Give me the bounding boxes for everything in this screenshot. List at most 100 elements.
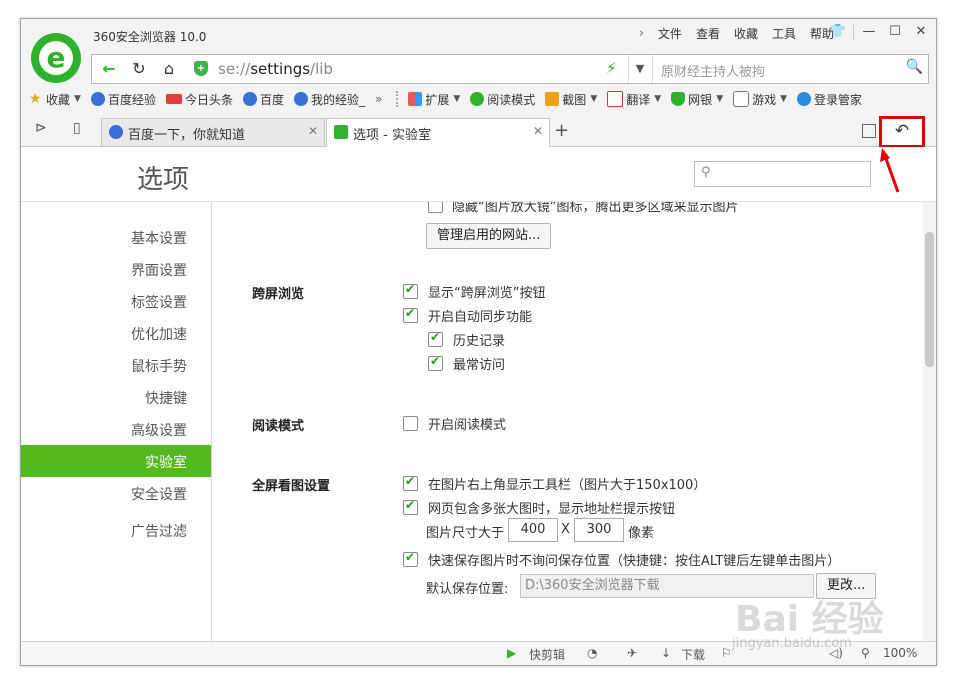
search-icon: ⚲ — [701, 165, 711, 180]
ext-login-manager[interactable]: 登录管家 — [797, 91, 862, 108]
ext-screenshot[interactable]: 截图 ▼ — [545, 91, 597, 108]
maximize-button[interactable]: ☐ — [884, 21, 906, 43]
close-tab-icon[interactable]: ✕ — [533, 124, 543, 138]
ext-bank[interactable]: 网银 ▼ — [671, 91, 723, 108]
manage-sites-button[interactable]: 管理启用的网站... — [426, 223, 552, 249]
skin-shirt-icon[interactable]: 👕 — [827, 21, 849, 43]
sidebar-item-security[interactable]: 安全设置 — [131, 484, 187, 504]
undo-close-tab-button[interactable]: ↶ — [879, 116, 925, 148]
home-button[interactable]: ⌂ — [154, 55, 184, 83]
menu-view[interactable]: 查看 — [696, 25, 720, 42]
sidebar-item-tabs[interactable]: 标签设置 — [131, 292, 187, 312]
scissors-icon — [545, 92, 560, 106]
security-shield-icon: + — [194, 61, 208, 76]
search-box[interactable]: 原财经主持人被拘 🔍 — [652, 55, 929, 83]
image-width-input[interactable]: 400 — [508, 518, 558, 542]
sidebar-item-advanced[interactable]: 高级设置 — [131, 420, 187, 440]
addressbar-hint-checkbox[interactable] — [403, 498, 418, 515]
ext-games[interactable]: 游戏 ▼ — [733, 91, 787, 108]
title-bar: 360安全浏览器 10.0 › 文件 查看 收藏 工具 帮助 👕 — ☐ ✕ — [21, 19, 936, 49]
watermark-site: jingyan.baidu.com — [732, 636, 852, 651]
scrollbar[interactable] — [923, 202, 936, 641]
pin-icon[interactable]: ✈ — [627, 646, 637, 660]
more-favorites-icon[interactable]: » — [375, 92, 382, 106]
sidebar-item-interface[interactable]: 界面设置 — [131, 260, 187, 280]
tab-baidu[interactable]: 百度一下，你就知道 ✕ — [101, 118, 325, 146]
sidebar-item-adblock[interactable]: 广告过滤 — [131, 521, 187, 541]
scrollbar-thumb[interactable] — [925, 232, 934, 367]
image-height-input[interactable]: 300 — [574, 518, 624, 542]
translate-icon — [607, 91, 624, 107]
fav-toutiao[interactable]: 今日头条 — [165, 91, 233, 108]
back-button[interactable]: ← — [94, 55, 124, 83]
ext-read-mode[interactable]: 阅读模式 — [470, 91, 535, 108]
tab-bar: ⊳ ▯ 百度一下，你就知道 ✕ 选项 - 实验室 ✕ + ↶ — [21, 116, 936, 148]
browser-logo-icon: e — [31, 33, 81, 83]
hide-magnifier-label: 隐藏“图片放大镜”图标，腾出更多区域来显示图片 — [452, 202, 739, 215]
browser-window: e 360安全浏览器 10.0 › 文件 查看 收藏 工具 帮助 👕 — ☐ ✕… — [20, 18, 937, 666]
close-tab-icon[interactable]: ✕ — [308, 124, 318, 138]
speed-icon[interactable]: ◔ — [587, 646, 597, 660]
fav-my-jingyan[interactable]: 我的经验_ — [293, 91, 365, 108]
divider — [853, 25, 854, 41]
close-window-button[interactable]: ✕ — [910, 21, 932, 43]
address-url[interactable]: se://settings/lib — [218, 60, 333, 78]
sidebar-toggle-icon[interactable]: ⊳ — [35, 120, 47, 136]
sync-frequent-checkbox[interactable] — [428, 354, 443, 371]
bank-shield-icon — [671, 92, 686, 106]
window-controls: 👕 — ☐ ✕ — [827, 21, 932, 43]
tab-settings-lab[interactable]: 选项 - 实验室 ✕ — [326, 118, 550, 147]
download-icon[interactable]: ↓ — [661, 646, 671, 660]
baidu-paw-icon — [109, 125, 123, 139]
wrench-icon — [334, 125, 348, 139]
sidebar-item-lab[interactable]: 实验室 — [21, 445, 211, 477]
download-button[interactable]: 下载 — [681, 646, 705, 663]
sync-history-checkbox[interactable] — [428, 330, 443, 347]
auto-sync-checkbox[interactable] — [403, 306, 418, 323]
minimize-button[interactable]: — — [858, 21, 880, 43]
image-toolbar-checkbox[interactable] — [403, 474, 418, 491]
speed-mode-bolt-icon[interactable]: ⚡ — [606, 59, 617, 77]
hide-magnifier-checkbox[interactable] — [428, 202, 443, 213]
restore-window-icon[interactable] — [862, 124, 876, 138]
sidebar-item-optimize[interactable]: 优化加速 — [131, 324, 187, 344]
login-manager-icon — [797, 92, 812, 106]
clip-button[interactable]: 快剪辑 — [529, 646, 565, 663]
phone-icon[interactable]: ▯ — [73, 120, 81, 136]
read-mode-icon — [470, 92, 485, 106]
extension-grid-icon — [408, 92, 423, 106]
sidebar-item-basic[interactable]: 基本设置 — [131, 228, 187, 248]
sidebar-item-mouse-gestures[interactable]: 鼠标手势 — [131, 356, 187, 376]
settings-search-input[interactable]: ⚲ — [694, 161, 871, 187]
menu-file[interactable]: 文件 — [658, 25, 682, 42]
menu-favorites[interactable]: 收藏 — [734, 25, 758, 42]
quick-save-checkbox[interactable] — [403, 550, 418, 567]
address-dropdown-icon[interactable]: ▼ — [628, 55, 651, 83]
refresh-button[interactable]: ↻ — [124, 55, 154, 83]
menu-tools[interactable]: 工具 — [772, 25, 796, 42]
clip-icon[interactable]: ▶ — [507, 646, 516, 660]
divider — [396, 91, 402, 107]
settings-page: 选项 ⚲ 基本设置 界面设置 标签设置 优化加速 鼠标手势 快捷键 高级设置 实… — [21, 147, 936, 641]
show-cross-screen-checkbox[interactable] — [403, 282, 418, 299]
search-icon[interactable]: 🔍 — [906, 59, 923, 75]
reading-mode-checkbox[interactable] — [403, 416, 418, 431]
navigation-toolbar: ← ↻ ⌂ + se://settings/lib ⚡ ▼ 原财经主持人被拘 🔍 — [91, 54, 929, 84]
chevron-right-icon[interactable]: › — [639, 26, 644, 41]
show-cross-screen-label: 显示“跨屏浏览”按钮 — [428, 286, 546, 301]
sidebar-item-shortcuts[interactable]: 快捷键 — [145, 388, 187, 408]
address-bar[interactable]: + se://settings/lib — [188, 55, 626, 83]
zoom-icon[interactable]: ⚲ — [861, 646, 870, 660]
ext-translate[interactable]: 翻译 ▼ — [607, 91, 661, 108]
baidu-paw-icon — [293, 92, 308, 106]
fav-baidu-jingyan[interactable]: 百度经验 — [90, 91, 156, 108]
baidu-paw-icon — [90, 92, 105, 106]
flag-icon[interactable]: ⚐ — [721, 646, 732, 660]
zoom-level[interactable]: 100% — [883, 646, 917, 660]
new-tab-button[interactable]: + — [554, 120, 569, 141]
ext-extensions[interactable]: 扩展 ▼ — [408, 91, 460, 108]
game-icon — [733, 91, 750, 107]
image-size-label: 图片尺寸大于 — [426, 526, 505, 541]
fav-baidu[interactable]: 百度 — [242, 91, 284, 108]
favorites-menu[interactable]: ★ 收藏 ▼ — [29, 91, 81, 108]
